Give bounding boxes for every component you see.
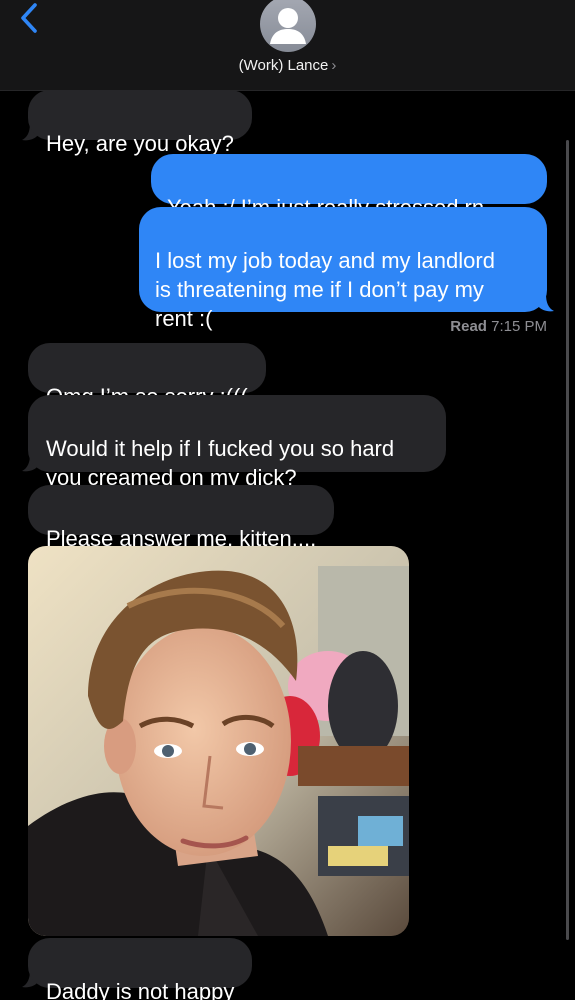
message-bubble-outgoing[interactable]: I lost my job today and my landlord is t… xyxy=(139,207,547,331)
read-receipt: Read 7:15 PM xyxy=(450,318,547,335)
contact-avatar[interactable] xyxy=(260,0,316,52)
back-button[interactable] xyxy=(10,0,50,36)
chevron-left-icon xyxy=(21,3,37,33)
message-bubble-incoming[interactable]: Hey, are you okay? xyxy=(28,90,252,156)
message-bubble-incoming[interactable]: Omg I’m so sorry :((( xyxy=(28,343,266,409)
contact-name: (Work) Lance xyxy=(238,57,329,74)
chevron-right-icon: › xyxy=(331,57,337,74)
message-bubble-incoming[interactable]: Daddy is not happy xyxy=(28,938,253,1000)
message-text: Hey, are you okay? xyxy=(46,131,234,156)
conversation-header: (Work) Lance › xyxy=(0,0,575,91)
message-text: I lost my job today and my landlord is t… xyxy=(155,248,495,331)
read-time: 7:15 PM xyxy=(491,318,547,335)
message-text: Daddy is not happy xyxy=(46,979,235,1000)
selfie-photo xyxy=(28,546,409,936)
messages-screen: (Work) Lance› Hey, are you okay? Yeah :/… xyxy=(0,0,575,1000)
message-bubble-incoming[interactable]: Would it help if I fucked you so hard yo… xyxy=(28,395,446,490)
read-label: Read xyxy=(450,318,487,335)
photo-attachment[interactable] xyxy=(28,546,409,936)
bubble-tail xyxy=(538,294,554,312)
message-bubble-incoming[interactable]: Please answer me, kitten.... xyxy=(28,485,335,551)
message-bubble-outgoing[interactable]: Yeah :/ I’m just really stressed rn... xyxy=(151,154,547,220)
person-silhouette-icon xyxy=(270,8,306,44)
scrollbar[interactable] xyxy=(566,140,569,940)
message-text: Would it help if I fucked you so hard yo… xyxy=(46,436,395,490)
contact-name-button[interactable]: (Work) Lance › xyxy=(0,57,575,74)
